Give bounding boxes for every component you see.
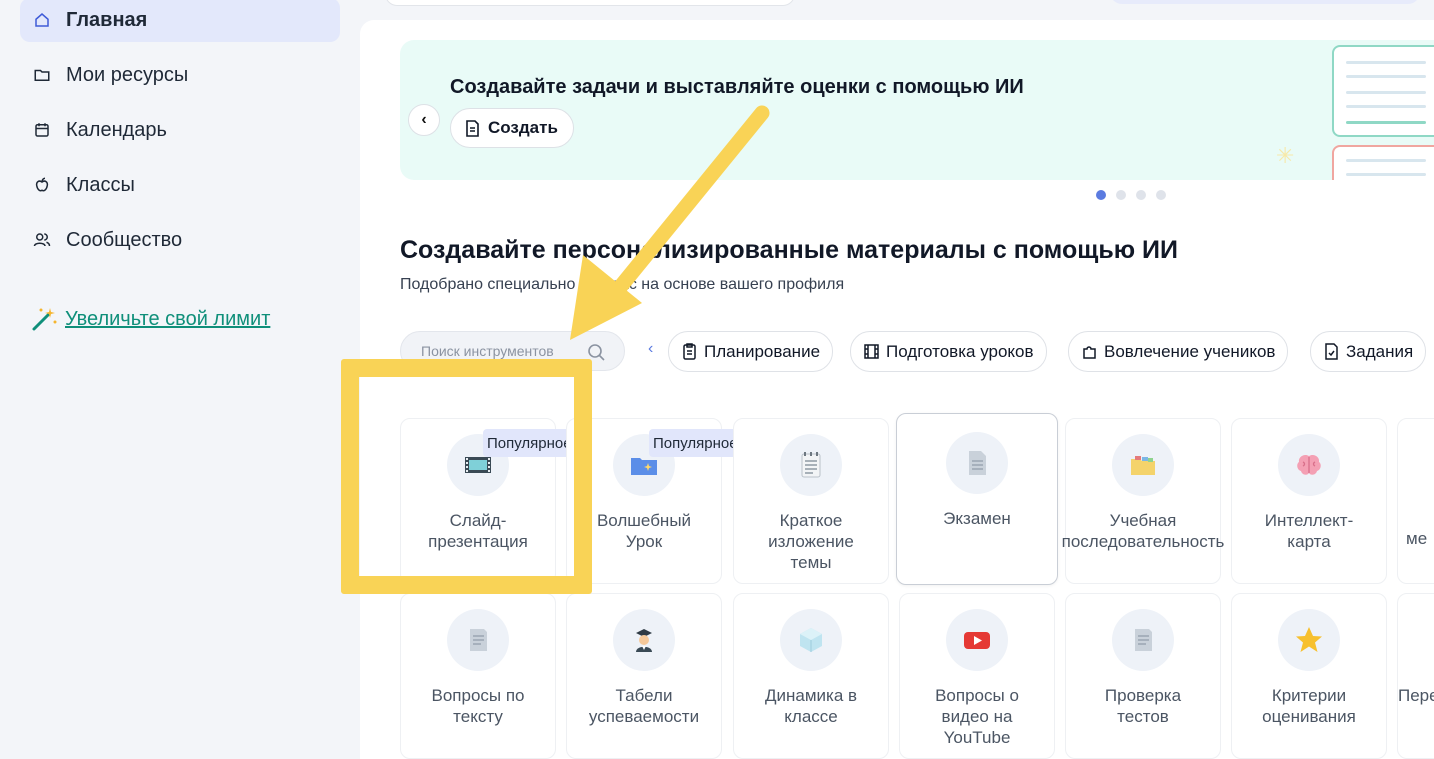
clipboard-icon xyxy=(683,343,696,360)
chip-lesson-prep[interactable]: Подготовка уроков xyxy=(850,331,1047,372)
banner-prev-button[interactable]: ‹ xyxy=(408,104,440,136)
tool-label: Учебная последовательность xyxy=(1061,511,1225,551)
carousel-dot[interactable] xyxy=(1116,190,1126,200)
tool-report-cards[interactable]: Табели успеваемости xyxy=(566,593,722,759)
star-icon xyxy=(1278,609,1340,671)
sidebar-item-label: Календарь xyxy=(66,118,167,141)
tool-label: Проверка тестов xyxy=(1104,686,1182,726)
banner-illustration xyxy=(1332,145,1434,180)
section-subtitle: Подобрано специально для вас на основе в… xyxy=(400,276,845,293)
create-button-label: Создать xyxy=(488,118,558,137)
graduate-icon xyxy=(613,609,675,671)
film-icon xyxy=(864,344,879,359)
tool-grading-criteria[interactable]: Критерии оценивания xyxy=(1231,593,1387,759)
document-icon xyxy=(946,432,1008,494)
chips-prev-button[interactable]: ‹ xyxy=(648,340,653,358)
puzzle-icon xyxy=(1083,346,1096,359)
sidebar-item-label: Классы xyxy=(66,173,135,196)
tool-label: Критерии оценивания xyxy=(1262,686,1356,726)
document-icon xyxy=(466,119,479,137)
tool-class-dynamics[interactable]: Динамика в классе xyxy=(733,593,889,759)
tool-label: Слайд-презентация xyxy=(428,511,528,551)
tool-label: Табели успеваемости xyxy=(588,686,700,726)
youtube-icon xyxy=(946,609,1008,671)
increase-limit-link[interactable]: Увеличьте свой лимит xyxy=(30,305,270,333)
tool-label: Краткое изложение темы xyxy=(768,511,854,572)
sidebar-item-home[interactable]: Главная xyxy=(20,0,340,42)
tool-exam[interactable]: Экзамен xyxy=(896,413,1058,585)
chip-student-engagement[interactable]: Вовлечение учеников xyxy=(1068,331,1289,372)
promo-banner: Создавайте задачи и выставляйте оценки с… xyxy=(400,40,1434,180)
brain-icon xyxy=(1278,434,1340,496)
magic-wand-icon xyxy=(32,308,57,331)
tool-test-check[interactable]: Проверка тестов xyxy=(1065,593,1221,759)
tool-label: Вопросы о видео на YouTube xyxy=(935,686,1019,747)
sidebar: Главная Мои ресурсы Календарь Классы Соо… xyxy=(0,0,360,759)
home-icon xyxy=(22,11,62,29)
chevron-left-icon: ‹ xyxy=(648,340,654,357)
tool-search-placeholder: Поиск инструментов xyxy=(421,343,554,359)
sidebar-item-calendar[interactable]: Календарь xyxy=(20,108,340,152)
sidebar-item-label: Мои ресурсы xyxy=(66,63,189,86)
calendar-icon xyxy=(22,121,62,139)
tool-label: Пере xyxy=(1398,686,1434,705)
increase-limit-label: Увеличьте свой лимит xyxy=(65,307,271,330)
banner-illustration xyxy=(1332,45,1434,137)
tool-topic-summary[interactable]: Краткое изложение темы xyxy=(733,418,889,584)
tool-search-input[interactable]: Поиск инструментов xyxy=(400,331,625,371)
tool-label: Вопросы по тексту xyxy=(431,686,525,726)
chip-assignments[interactable]: Задания xyxy=(1310,331,1427,372)
tool-mind-map[interactable]: Интеллект-карта xyxy=(1231,418,1387,584)
tool-label: Экзамен xyxy=(943,509,1011,528)
tool-label: Динамика в классе xyxy=(764,686,858,726)
notepad-icon xyxy=(780,434,842,496)
text-doc-icon xyxy=(447,609,509,671)
users-icon xyxy=(22,231,62,249)
chip-label: Планирование xyxy=(704,341,821,361)
chevron-left-icon: ‹ xyxy=(421,111,427,128)
sidebar-item-community[interactable]: Сообщество xyxy=(20,218,340,262)
banner-title: Создавайте задачи и выставляйте оценки с… xyxy=(450,76,1024,98)
task-doc-icon xyxy=(1325,343,1338,360)
tool-label: Волшебный Урок xyxy=(596,511,692,551)
top-search-bar[interactable] xyxy=(385,0,795,6)
sparkle-icon: ✳ xyxy=(1276,143,1295,168)
chip-label: Задания xyxy=(1346,341,1414,361)
popular-badge: Популярное xyxy=(649,429,742,457)
section-title: Создавайте персонализированные материалы… xyxy=(400,236,1178,264)
carousel-dot[interactable] xyxy=(1096,190,1106,200)
carousel-dot[interactable] xyxy=(1156,190,1166,200)
chip-planning[interactable]: Планирование xyxy=(668,331,834,372)
tool-partial[interactable]: ме xyxy=(1397,418,1434,584)
carousel-dots xyxy=(1096,190,1166,200)
sidebar-item-label: Главная xyxy=(66,8,148,31)
tool-label: ме xyxy=(1406,529,1428,548)
apple-icon xyxy=(22,176,62,194)
sidebar-item-classes[interactable]: Классы xyxy=(20,163,340,207)
top-action-pill[interactable] xyxy=(1110,0,1420,4)
tool-label: Интеллект-карта xyxy=(1264,511,1354,551)
chip-label: Вовлечение учеников xyxy=(1104,341,1276,361)
tool-partial[interactable]: Пере xyxy=(1397,593,1434,759)
folder-icon xyxy=(22,66,62,84)
folders-icon xyxy=(1112,434,1174,496)
chip-label: Подготовка уроков xyxy=(886,341,1034,361)
test-doc-icon xyxy=(1112,609,1174,671)
sidebar-item-my-resources[interactable]: Мои ресурсы xyxy=(20,53,340,97)
create-button[interactable]: Создать xyxy=(450,108,574,148)
carousel-dot[interactable] xyxy=(1136,190,1146,200)
cube-icon xyxy=(780,609,842,671)
search-icon xyxy=(588,344,605,361)
popular-badge: Популярное xyxy=(483,429,576,457)
tool-youtube-questions[interactable]: Вопросы о видео на YouTube xyxy=(899,593,1055,759)
tool-learning-sequence[interactable]: Учебная последовательность xyxy=(1062,418,1224,584)
sidebar-item-label: Сообщество xyxy=(66,228,183,251)
tool-text-questions[interactable]: Вопросы по тексту xyxy=(400,593,556,759)
